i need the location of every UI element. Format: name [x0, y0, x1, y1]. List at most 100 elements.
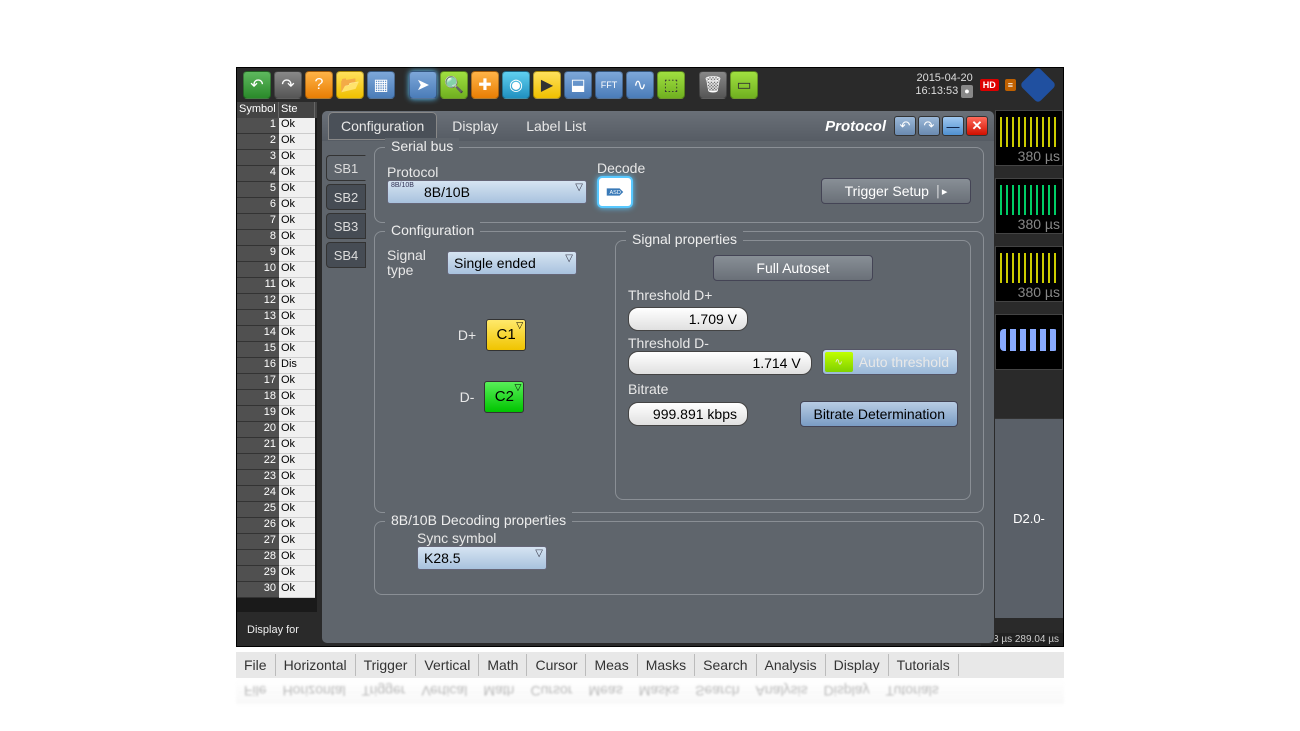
table-row[interactable]: 22Ok [237, 454, 317, 470]
configuration-group: Configuration Signaltype Single ended D+… [374, 231, 984, 513]
table-row[interactable]: 14Ok [237, 326, 317, 342]
table-row[interactable]: 28Ok [237, 550, 317, 566]
sb4-tab[interactable]: SB4 [326, 242, 366, 268]
help-button[interactable]: ? [305, 71, 333, 99]
table-row[interactable]: 18Ok [237, 390, 317, 406]
tool-d-button[interactable]: ∿ [626, 71, 654, 99]
pointer-button[interactable]: ➤ [409, 71, 437, 99]
table-row[interactable]: 16Dis [237, 358, 317, 374]
dplus-channel-dropdown[interactable]: C1 [486, 319, 526, 351]
brand-logo [1020, 67, 1057, 104]
table-row[interactable]: 27Ok [237, 534, 317, 550]
table-row[interactable]: 20Ok [237, 422, 317, 438]
table-row[interactable]: 15Ok [237, 342, 317, 358]
sync-symbol-dropdown[interactable]: K28.5 [417, 546, 547, 570]
open-folder-button[interactable]: 📂 [336, 71, 364, 99]
table-row[interactable]: 21Ok [237, 438, 317, 454]
menu-analysis[interactable]: Analysis [757, 654, 826, 676]
table-row[interactable]: 24Ok [237, 486, 317, 502]
table-row[interactable]: 5Ok [237, 182, 317, 198]
menu-masks[interactable]: Masks [638, 654, 695, 676]
menu-tutorials: Tutorials [878, 680, 947, 702]
zoom-button[interactable]: 🔍 [440, 71, 468, 99]
table-row[interactable]: 8Ok [237, 230, 317, 246]
table-row[interactable]: 23Ok [237, 470, 317, 486]
dialog-back-button[interactable]: ↶ [894, 116, 916, 136]
auto-threshold-icon: ∿ [825, 352, 853, 372]
hd-badge: HD [980, 79, 999, 91]
top-toolbar: ↶ ↷ ? 📂 ▦ ➤ 🔍 ✚ ◉ ▶ ⬓ FFT ∿ ⬚ 🗑 ▭ 2015-0… [237, 68, 1063, 102]
table-row[interactable]: 3Ok [237, 150, 317, 166]
table-row[interactable]: 17Ok [237, 374, 317, 390]
menu-tutorials[interactable]: Tutorials [889, 654, 959, 676]
tool-b-button[interactable]: ▶ [533, 71, 561, 99]
tab-label-list[interactable]: Label List [513, 112, 599, 140]
decode-icon: ASD [604, 181, 626, 203]
table-row[interactable]: 10Ok [237, 262, 317, 278]
tab-configuration[interactable]: Configuration [328, 112, 437, 140]
table-row[interactable]: 26Ok [237, 518, 317, 534]
auto-threshold-button[interactable]: ∿ Auto threshold [822, 349, 958, 375]
table-row[interactable]: 11Ok [237, 278, 317, 294]
table-row[interactable]: 7Ok [237, 214, 317, 230]
table-row[interactable]: 9Ok [237, 246, 317, 262]
bitrate-determination-button[interactable]: Bitrate Determination [800, 401, 958, 427]
dialog-minimize-button[interactable]: — [942, 116, 964, 136]
tab-display[interactable]: Display [439, 112, 511, 140]
trash-button[interactable]: 🗑 [699, 71, 727, 99]
decode-toggle[interactable]: ASD [597, 176, 633, 208]
menu-trigger[interactable]: Trigger [356, 654, 417, 676]
table-row[interactable]: 19Ok [237, 406, 317, 422]
menu-horizontal[interactable]: Horizontal [276, 654, 356, 676]
grid-button[interactable]: ▦ [367, 71, 395, 99]
trigger-setup-button[interactable]: Trigger Setup│▸ [821, 178, 971, 204]
menu-file: File [236, 680, 275, 702]
tool-f-button[interactable]: ▭ [730, 71, 758, 99]
table-row[interactable]: 12Ok [237, 294, 317, 310]
menu-file[interactable]: File [236, 654, 276, 676]
sb2-tab[interactable]: SB2 [326, 184, 366, 210]
table-row[interactable]: 6Ok [237, 198, 317, 214]
menu-math[interactable]: Math [479, 654, 527, 676]
tool-e-button[interactable]: ⬚ [657, 71, 685, 99]
table-row[interactable]: 2Ok [237, 134, 317, 150]
table-row[interactable]: 30Ok [237, 582, 317, 598]
threshold-dminus-input[interactable]: 1.714 V [628, 351, 812, 375]
redo-button[interactable]: ↷ [274, 71, 302, 99]
svg-text:ASD: ASD [610, 190, 621, 196]
tool-c-button[interactable]: ⬓ [564, 71, 592, 99]
symbol-table: Symbol Ste 1Ok2Ok3Ok4Ok5Ok6Ok7Ok8Ok9Ok10… [237, 102, 317, 612]
table-row[interactable]: 4Ok [237, 166, 317, 182]
dplus-label: D+ [458, 327, 476, 343]
table-row[interactable]: 13Ok [237, 310, 317, 326]
tool-a-button[interactable]: ◉ [502, 71, 530, 99]
dialog-close-button[interactable]: ✕ [966, 116, 988, 136]
sb3-tab[interactable]: SB3 [326, 213, 366, 239]
bitrate-input[interactable]: 999.891 kbps [628, 402, 748, 426]
table-row[interactable]: 25Ok [237, 502, 317, 518]
threshold-dplus-input[interactable]: 1.709 V [628, 307, 748, 331]
dialog-fwd-button[interactable]: ↷ [918, 116, 940, 136]
signal-type-label: Signaltype [387, 248, 437, 279]
full-autoset-button[interactable]: Full Autoset [713, 255, 873, 281]
protocol-dropdown[interactable]: 8B/10B [387, 180, 587, 204]
menu-display[interactable]: Display [826, 654, 889, 676]
menu-badge: ≡ [1005, 79, 1016, 91]
rec-badge: ● [961, 85, 972, 98]
undo-button[interactable]: ↶ [243, 71, 271, 99]
sync-symbol-label: Sync symbol [417, 530, 971, 546]
dminus-channel-dropdown[interactable]: C2 [484, 381, 524, 413]
serial-bus-tabs: SB1 SB2 SB3 SB4 [326, 155, 366, 268]
menu-meas[interactable]: Meas [586, 654, 637, 676]
signal-type-dropdown[interactable]: Single ended [447, 251, 577, 275]
fft-button[interactable]: FFT [595, 71, 623, 99]
table-row[interactable]: 29Ok [237, 566, 317, 582]
menu-vertical[interactable]: Vertical [416, 654, 479, 676]
col-symbol: Symbol [237, 102, 279, 118]
table-row[interactable]: 1Ok [237, 118, 317, 134]
menu-cursor[interactable]: Cursor [527, 654, 586, 676]
menu-search[interactable]: Search [695, 654, 756, 676]
bitrate-label: Bitrate [628, 381, 958, 397]
sb1-tab[interactable]: SB1 [326, 155, 366, 181]
crosshair-button[interactable]: ✚ [471, 71, 499, 99]
